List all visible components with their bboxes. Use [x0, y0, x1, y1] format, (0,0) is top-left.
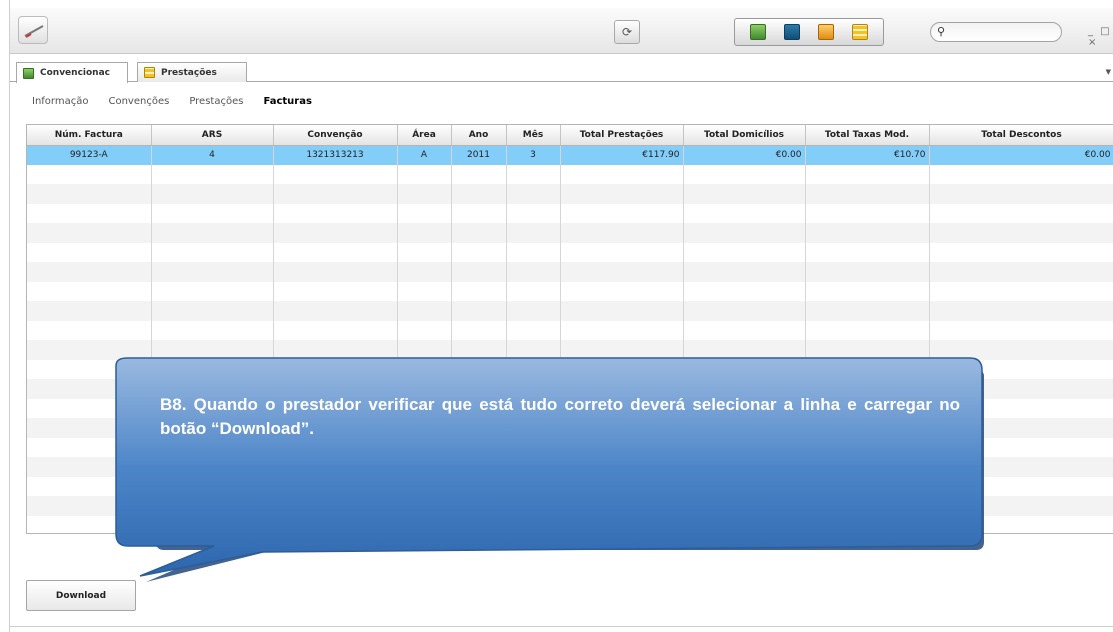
download-button[interactable]: Download	[26, 580, 136, 611]
callout-text: B8. Quando o prestador verificar que est…	[160, 395, 960, 438]
window-bottom-border	[10, 626, 1113, 627]
instruction-callout	[115, 357, 984, 582]
